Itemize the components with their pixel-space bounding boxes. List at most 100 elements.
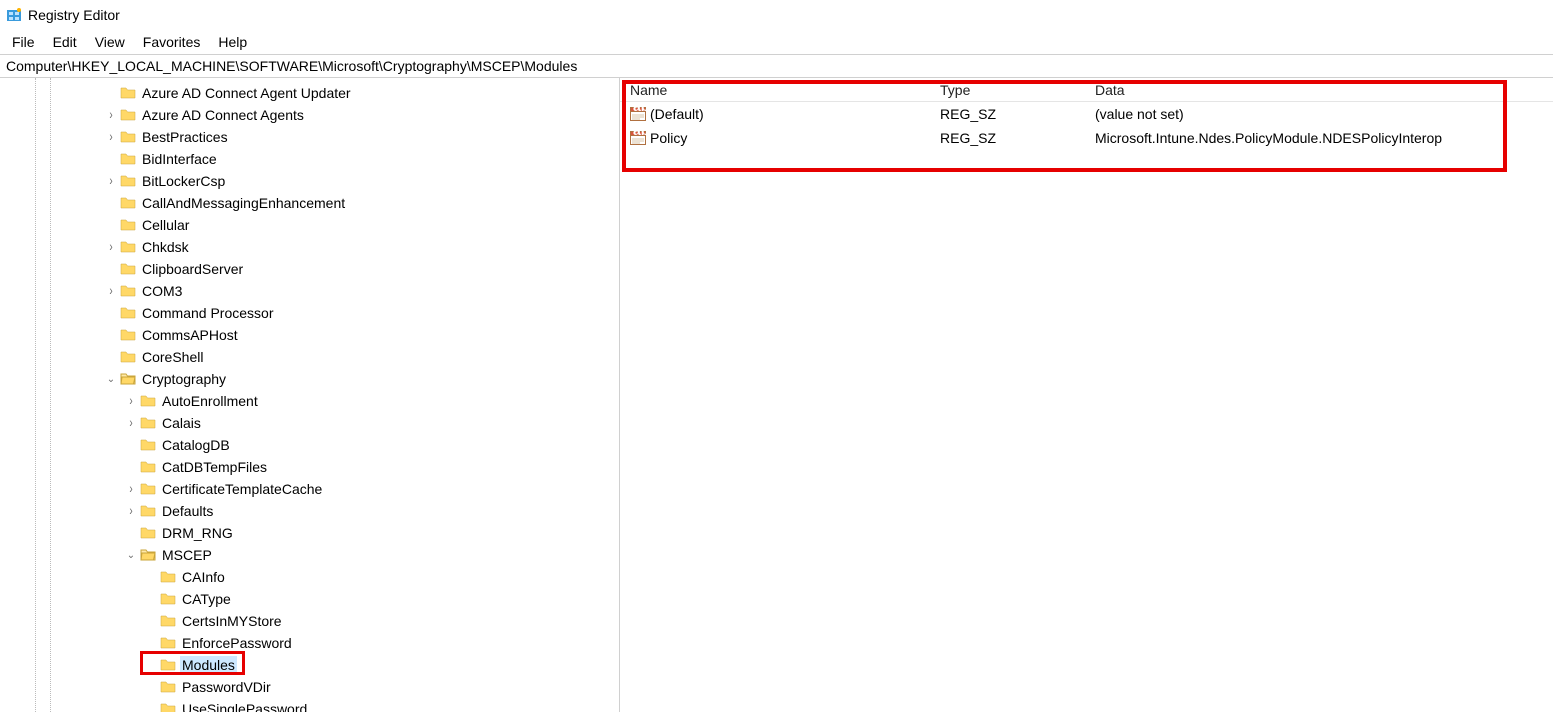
chevron-right-icon[interactable]: › [104, 283, 118, 298]
tree-item-label: CallAndMessagingEnhancement [140, 194, 347, 212]
tree-item[interactable]: CAType [0, 588, 619, 610]
folder-icon [140, 525, 156, 541]
tree-item-label: CertificateTemplateCache [160, 480, 324, 498]
tree-item[interactable]: › AutoEnrollment [0, 390, 619, 412]
tree-item-label: ClipboardServer [140, 260, 245, 278]
tree-item-label: BidInterface [140, 150, 219, 168]
tree-item-label: Cryptography [140, 370, 228, 388]
tree-item[interactable]: PasswordVDir [0, 676, 619, 698]
values-pane: Name Type Data (Default) REG_SZ(value not… [620, 78, 1553, 712]
tree-item[interactable]: ⌄ MSCEP [0, 544, 619, 566]
value-type: REG_SZ [930, 128, 1085, 148]
tree-item[interactable]: › CertificateTemplateCache [0, 478, 619, 500]
chevron-right-icon[interactable]: › [124, 481, 138, 496]
values-header: Name Type Data [620, 78, 1553, 102]
tree-item[interactable]: › Defaults [0, 500, 619, 522]
tree-item[interactable]: ›Calais [0, 412, 619, 434]
tree-item[interactable]: CommsAPHost [0, 324, 619, 346]
folder-icon [160, 635, 176, 651]
value-row[interactable]: (Default) REG_SZ(value not set) [620, 102, 1553, 126]
folder-icon [160, 591, 176, 607]
tree-item-label: Defaults [160, 502, 215, 520]
col-header-name[interactable]: Name [620, 79, 930, 101]
tree-item-label: CommsAPHost [140, 326, 240, 344]
tree-item[interactable]: Azure AD Connect Agent Updater [0, 82, 619, 104]
tree-item-label: Modules [180, 656, 237, 674]
value-data: (value not set) [1085, 104, 1553, 124]
tree-item-label: CatDBTempFiles [160, 458, 269, 476]
folder-icon [120, 261, 136, 277]
tree-pane: Azure AD Connect Agent Updater › Azure AD … [0, 78, 620, 712]
tree-scroll[interactable]: Azure AD Connect Agent Updater › Azure AD … [0, 78, 619, 712]
col-header-data[interactable]: Data [1085, 79, 1553, 101]
tree-item-label: MSCEP [160, 546, 214, 564]
folder-icon [140, 393, 156, 409]
chevron-right-icon[interactable]: › [104, 129, 118, 144]
folder-icon [140, 481, 156, 497]
chevron-right-icon[interactable]: › [104, 173, 118, 188]
tree-item-label: PasswordVDir [180, 678, 273, 696]
folder-icon [140, 437, 156, 453]
address-bar[interactable]: Computer\HKEY_LOCAL_MACHINE\SOFTWARE\Mic… [0, 54, 1553, 78]
tree-item-label: Azure AD Connect Agents [140, 106, 306, 124]
tree-item[interactable]: CatDBTempFiles [0, 456, 619, 478]
value-name: (Default) [650, 106, 704, 122]
tree-item[interactable]: CertsInMYStore [0, 610, 619, 632]
menu-view[interactable]: View [87, 32, 133, 52]
folder-icon [120, 283, 136, 299]
tree-item[interactable]: CoreShell [0, 346, 619, 368]
tree-item-label: EnforcePassword [180, 634, 294, 652]
tree-item[interactable]: › Chkdsk [0, 236, 619, 258]
value-row[interactable]: PolicyREG_SZMicrosoft.Intune.Ndes.Policy… [620, 126, 1553, 150]
tree-item[interactable]: ›COM3 [0, 280, 619, 302]
tree-item[interactable]: CallAndMessagingEnhancement [0, 192, 619, 214]
tree-item[interactable]: ⌄ Cryptography [0, 368, 619, 390]
chevron-right-icon[interactable]: › [104, 239, 118, 254]
tree-item[interactable]: ›BitLockerCsp [0, 170, 619, 192]
chevron-down-icon[interactable]: ⌄ [104, 374, 118, 385]
folder-open-icon [140, 547, 156, 563]
tree-item[interactable]: CAInfo [0, 566, 619, 588]
folder-icon [160, 569, 176, 585]
folder-icon [160, 657, 176, 673]
folder-icon [120, 349, 136, 365]
value-type: REG_SZ [930, 104, 1085, 124]
menu-edit[interactable]: Edit [45, 32, 85, 52]
chevron-right-icon[interactable]: › [124, 415, 138, 430]
tree-item-label: Command Processor [140, 304, 276, 322]
tree-item[interactable]: UseSinglePassword [0, 698, 619, 712]
tree-item[interactable]: BidInterface [0, 148, 619, 170]
tree-item[interactable]: › Azure AD Connect Agents [0, 104, 619, 126]
tree-item-label: CatalogDB [160, 436, 232, 454]
reg-sz-icon [630, 106, 646, 122]
menu-file[interactable]: File [4, 32, 43, 52]
chevron-down-icon[interactable]: ⌄ [124, 550, 138, 561]
menu-help[interactable]: Help [210, 32, 255, 52]
menu-favorites[interactable]: Favorites [135, 32, 209, 52]
tree-item[interactable]: Modules [0, 654, 619, 676]
tree-item-label: DRM_RNG [160, 524, 235, 542]
tree-item-label: BestPractices [140, 128, 230, 146]
tree-item-label: AutoEnrollment [160, 392, 260, 410]
folder-icon [120, 217, 136, 233]
tree-item-label: CertsInMYStore [180, 612, 284, 630]
tree-item[interactable]: › BestPractices [0, 126, 619, 148]
folder-icon [160, 701, 176, 712]
col-header-type[interactable]: Type [930, 79, 1085, 101]
tree-item[interactable]: CatalogDB [0, 434, 619, 456]
tree-item-label: UseSinglePassword [180, 700, 309, 712]
tree-item[interactable]: Command Processor [0, 302, 619, 324]
tree-item[interactable]: EnforcePassword [0, 632, 619, 654]
tree-item[interactable]: ClipboardServer [0, 258, 619, 280]
chevron-right-icon[interactable]: › [124, 503, 138, 518]
chevron-right-icon[interactable]: › [124, 393, 138, 408]
value-name: Policy [650, 130, 687, 146]
tree-item-label: Chkdsk [140, 238, 191, 256]
chevron-right-icon[interactable]: › [104, 107, 118, 122]
tree-item[interactable]: DRM_RNG [0, 522, 619, 544]
folder-icon [120, 85, 136, 101]
folder-icon [120, 129, 136, 145]
tree-item[interactable]: Cellular [0, 214, 619, 236]
folder-icon [120, 305, 136, 321]
folder-icon [120, 151, 136, 167]
